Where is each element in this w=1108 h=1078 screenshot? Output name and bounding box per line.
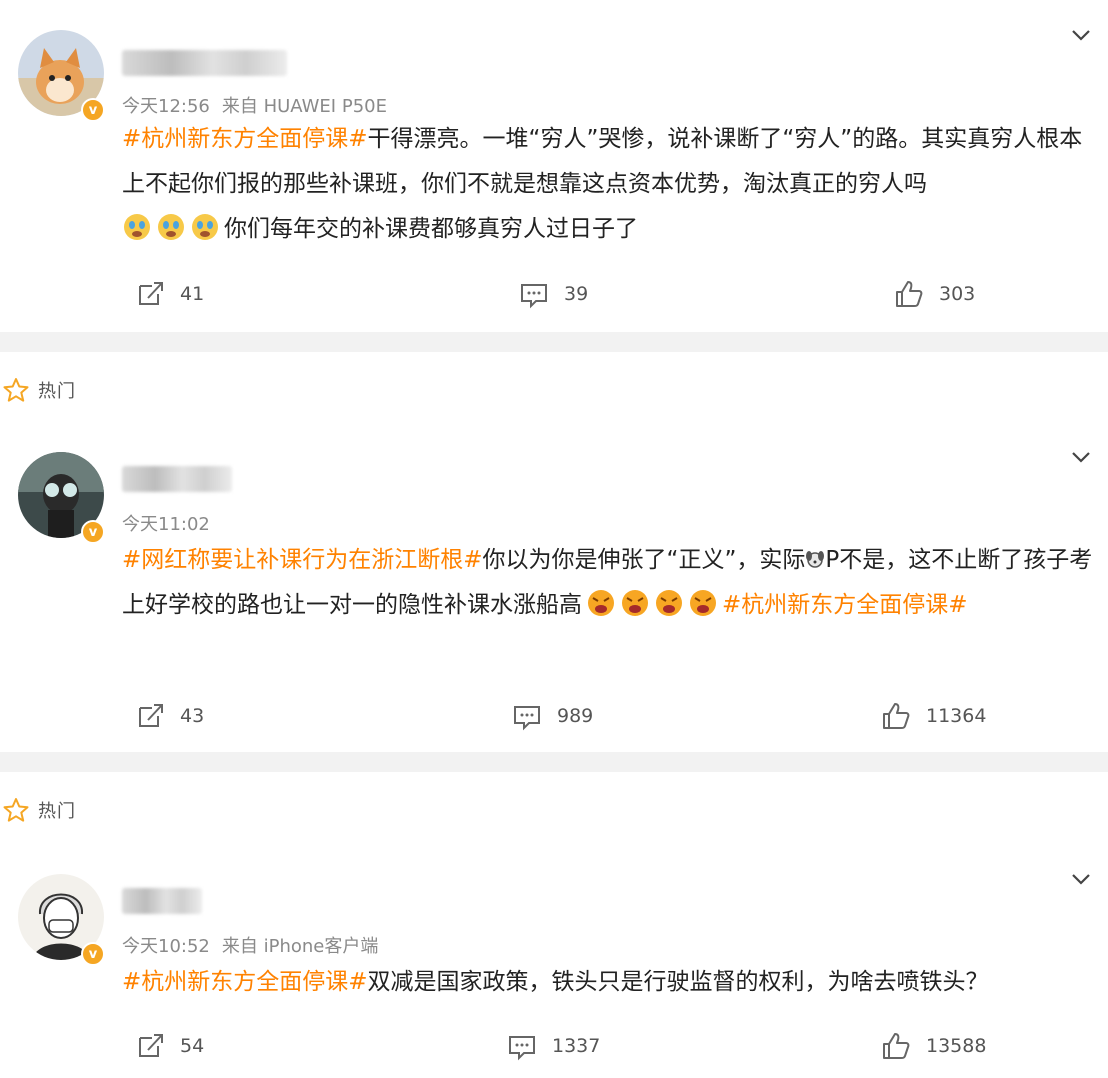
- verified-badge-icon: v: [81, 98, 105, 122]
- like-icon: [883, 1033, 910, 1059]
- username[interactable]: [122, 466, 232, 492]
- post-time: 今天10:52: [122, 936, 210, 957]
- star-icon: [3, 378, 29, 402]
- repost-icon: [139, 282, 163, 305]
- crying-face-icon: [156, 212, 186, 242]
- post-source: 来自 HUAWEI P50E: [221, 96, 387, 117]
- hot-label-text: 热门: [38, 801, 76, 822]
- like-button[interactable]: 303: [893, 278, 975, 310]
- dog-face-icon: [805, 540, 825, 568]
- hot-label: 热门: [0, 790, 76, 830]
- angry-face-icon: [688, 588, 718, 618]
- post-content: #杭州新东方全面停课#干得漂亮。一堆“穷人”哭惨，说补课断了“穷人”的路。其实真…: [122, 117, 1097, 252]
- like-count: 13588: [926, 1035, 987, 1057]
- verified-badge-icon: v: [81, 520, 105, 544]
- post-meta: 今天11:02: [122, 510, 222, 536]
- post-card: 热门 v 今天11:02 #网红称要让补课行为在浙江断根#你以为你是伸张了“正义…: [0, 352, 1108, 752]
- repost-count: 54: [180, 1035, 205, 1057]
- post-content: #杭州新东方全面停课#双减是国家政策，铁头只是行驶监督的权利，为啥去喷铁头？: [122, 960, 1097, 1005]
- action-bar: 54 1337 13588: [0, 1030, 1108, 1070]
- separator: [0, 752, 1108, 772]
- comment-count: 39: [564, 283, 589, 305]
- post-time: 今天12:56: [122, 96, 210, 117]
- hashtag-link[interactable]: #杭州新东方全面停课#: [122, 969, 368, 995]
- repost-button[interactable]: 54: [134, 1030, 204, 1062]
- like-button[interactable]: 11364: [880, 700, 986, 732]
- angry-face-icon: [654, 588, 684, 618]
- star-icon: [3, 798, 29, 822]
- like-button[interactable]: 13588: [880, 1030, 986, 1062]
- crying-face-icon: [190, 212, 220, 242]
- username[interactable]: [122, 888, 202, 914]
- comment-button[interactable]: 989: [511, 700, 593, 732]
- action-bar: 41 39 303: [0, 278, 1108, 318]
- like-count: 303: [939, 283, 976, 305]
- comment-icon: [521, 284, 547, 309]
- chevron-down-icon[interactable]: [1068, 866, 1094, 892]
- chevron-down-icon[interactable]: [1068, 444, 1094, 470]
- comment-count: 1337: [552, 1035, 601, 1057]
- repost-count: 41: [180, 283, 205, 305]
- hashtag-link[interactable]: #杭州新东方全面停课#: [722, 592, 968, 618]
- verified-badge-icon: v: [81, 942, 105, 966]
- post-meta: 今天10:52 来自 iPhone客户端: [122, 932, 390, 958]
- angry-face-icon: [620, 588, 650, 618]
- comment-button[interactable]: 1337: [506, 1030, 600, 1062]
- repost-icon: [139, 704, 163, 727]
- post-text: 你以为你是伸张了“正义”，实际: [482, 547, 806, 573]
- post-source: 来自 iPhone客户端: [221, 936, 379, 957]
- comment-count: 989: [557, 705, 594, 727]
- post-meta: 今天12:56 来自 HUAWEI P50E: [122, 92, 399, 118]
- like-count: 11364: [926, 705, 987, 727]
- chevron-down-icon[interactable]: [1068, 22, 1094, 48]
- hashtag-link[interactable]: #杭州新东方全面停课#: [122, 126, 368, 152]
- comment-icon: [514, 706, 540, 731]
- comment-button[interactable]: 39: [518, 278, 588, 310]
- hashtag-link[interactable]: #网红称要让补课行为在浙江断根#: [122, 547, 483, 573]
- repost-button[interactable]: 43: [134, 700, 204, 732]
- post-card: 热门 v 今天10:52 来自 iPhone客户端 #杭州新东方全面停课#双减是国…: [0, 772, 1108, 1078]
- post-content: #网红称要让补课行为在浙江断根#你以为你是伸张了“正义”，实际 P不是，这不止断了…: [122, 538, 1097, 628]
- like-icon: [883, 703, 910, 729]
- separator: [0, 332, 1108, 352]
- hot-label: 热门: [0, 370, 76, 410]
- like-icon: [896, 281, 923, 307]
- crying-face-icon: [122, 212, 152, 242]
- action-bar: 43 989 11364: [0, 700, 1108, 740]
- post-time: 今天11:02: [122, 514, 210, 535]
- repost-button[interactable]: 41: [134, 278, 204, 310]
- repost-count: 43: [180, 705, 205, 727]
- post-text: 双减是国家政策，铁头只是行驶监督的权利，为啥去喷铁头？: [367, 969, 989, 995]
- hot-label-text: 热门: [38, 381, 76, 402]
- comment-icon: [509, 1036, 535, 1061]
- repost-icon: [139, 1034, 163, 1057]
- angry-face-icon: [586, 588, 616, 618]
- username[interactable]: [122, 50, 287, 76]
- post-card: v 今天12:56 来自 HUAWEI P50E #杭州新东方全面停课#干得漂亮。…: [0, 0, 1108, 332]
- post-text-2: 你们每年交的补课费都够真穷人过日子了: [224, 216, 638, 242]
